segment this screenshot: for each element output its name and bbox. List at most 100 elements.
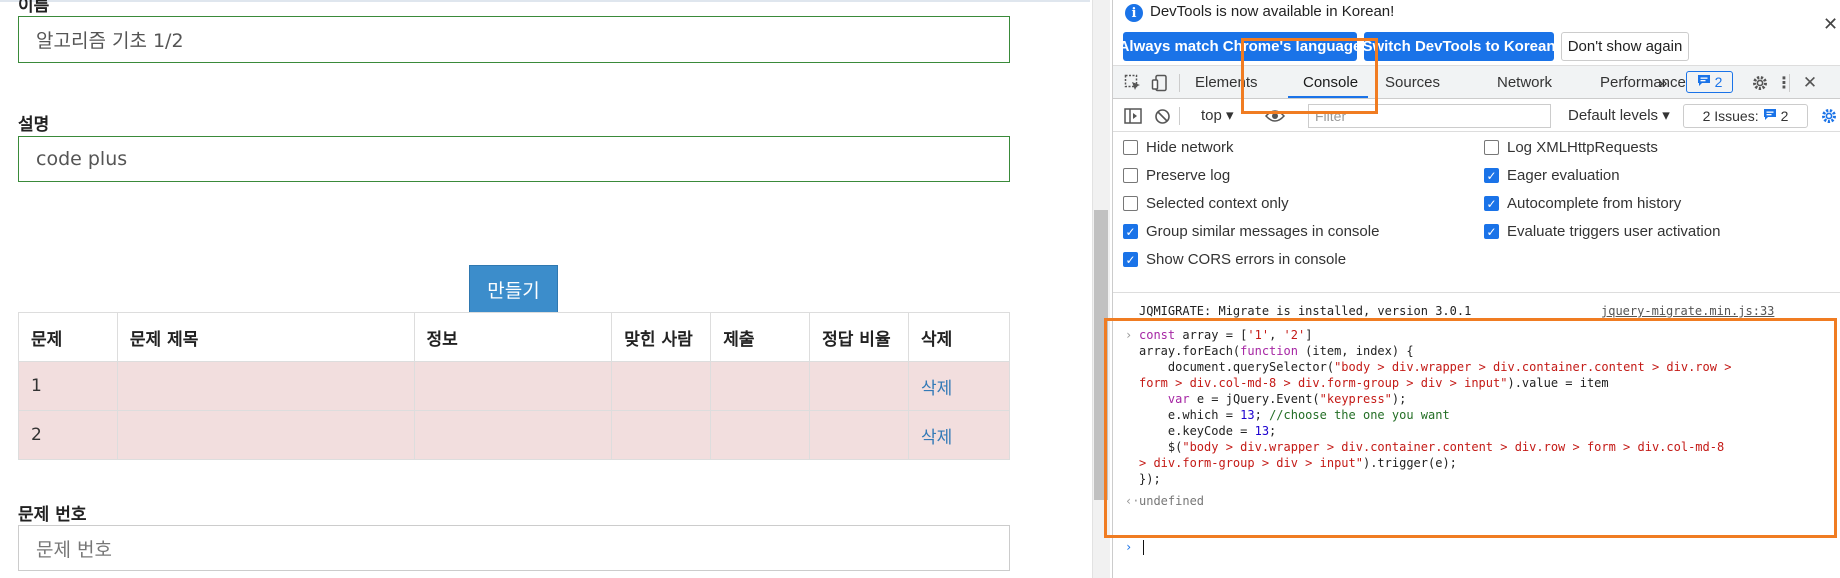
create-button[interactable]: 만들기 [469, 265, 558, 313]
checkbox-checked[interactable]: ✓ [1123, 252, 1138, 267]
cell-problem-no: 1 [18, 361, 118, 411]
cell-solved [611, 361, 712, 411]
col-header-solved: 맞힌 사람 [611, 312, 712, 362]
tab-performance[interactable]: Performance [1600, 66, 1686, 99]
tab-network[interactable]: Network [1497, 66, 1552, 99]
description-input[interactable]: code plus [18, 136, 1010, 182]
group-similar-option[interactable]: ✓ Group similar messages in console [1123, 223, 1379, 240]
option-label: Autocomplete from history [1507, 195, 1682, 212]
name-label: 이름 [18, 0, 50, 16]
tab-console[interactable]: Console [1303, 66, 1358, 99]
col-header-ratio: 정답 비율 [809, 312, 910, 362]
delete-link[interactable]: 삭제 [921, 428, 952, 448]
code-line: document.querySelector("body > div.wrapp… [1139, 360, 1732, 374]
checkbox-checked[interactable]: ✓ [1484, 224, 1499, 239]
name-input[interactable]: 알고리즘 기초 1/2 [18, 16, 1010, 63]
sidebar-toggle-icon[interactable] [1122, 105, 1144, 127]
eager-evaluation-option[interactable]: ✓ Eager evaluation [1484, 167, 1620, 184]
cell-ratio [809, 410, 910, 460]
console-input-caret[interactable] [1143, 540, 1144, 555]
checkbox[interactable] [1123, 196, 1138, 211]
cell-submissions [710, 361, 811, 411]
checkbox-checked[interactable]: ✓ [1123, 224, 1138, 239]
option-label: Preserve log [1146, 167, 1231, 184]
code-line: }); [1139, 472, 1161, 486]
console-message: JQMIGRATE: Migrate is installed, version… [1139, 304, 1472, 318]
kebab-menu-icon[interactable]: ⋮ [1773, 72, 1795, 94]
close-icon[interactable]: ✕ [1823, 14, 1838, 35]
message-icon [1763, 108, 1777, 124]
option-label: Selected context only [1146, 195, 1289, 212]
more-tabs-icon[interactable]: » [1658, 66, 1667, 99]
checkbox[interactable] [1123, 140, 1138, 155]
preserve-log-option[interactable]: Preserve log [1123, 167, 1230, 184]
issues-button-label: 2 Issues: [1702, 108, 1759, 124]
delete-link[interactable]: 삭제 [921, 379, 952, 399]
hide-network-option[interactable]: Hide network [1123, 139, 1234, 156]
devtools-panel: i DevTools is now available in Korean! ✕… [1113, 0, 1840, 578]
console-settings-gear-icon[interactable] [1818, 105, 1840, 127]
problem-number-input[interactable]: 문제 번호 [18, 525, 1010, 571]
page-top-border [0, 0, 1090, 2]
cell-ratio [809, 361, 910, 411]
language-infobar: i DevTools is now available in Korean! ✕… [1113, 0, 1840, 66]
table-header-row: 문제 문제 제목 정보 맞힌 사람 제출 정답 비율 삭제 [18, 312, 1010, 362]
active-prompt-icon: › [1125, 540, 1133, 554]
option-label: Hide network [1146, 139, 1234, 156]
col-header-submissions: 제출 [710, 312, 811, 362]
selected-context-option[interactable]: Selected context only [1123, 195, 1289, 212]
code-line: $("body > div.wrapper > div.container.co… [1139, 440, 1725, 454]
device-toolbar-icon[interactable] [1149, 72, 1171, 94]
col-header-info: 정보 [413, 312, 613, 362]
option-label: Evaluate triggers user activation [1507, 223, 1721, 240]
checkbox-checked[interactable]: ✓ [1484, 196, 1499, 211]
filter-input[interactable]: Filter [1308, 104, 1551, 128]
log-levels-select[interactable]: Default levels ▾ [1568, 106, 1670, 124]
eye-icon[interactable] [1264, 105, 1286, 127]
cell-info [413, 410, 613, 460]
table-row: 2 삭제 [18, 410, 1010, 460]
code-line: const array = ['1', '2'] [1139, 328, 1313, 342]
inspect-element-icon[interactable] [1122, 72, 1144, 94]
web-page: 이름 알고리즘 기초 1/2 설명 code plus 만들기 문제 문제 제목… [0, 0, 1090, 578]
source-link[interactable]: jquery-migrate.min.js:33 [1601, 304, 1774, 318]
javascript-context-select[interactable]: top ▾ [1201, 106, 1234, 124]
message-icon [1697, 74, 1711, 90]
cell-delete: 삭제 [908, 361, 1010, 411]
cell-info [413, 361, 613, 411]
active-tab-indicator [1288, 96, 1368, 98]
tab-sources[interactable]: Sources [1385, 66, 1440, 99]
col-header-delete: 삭제 [908, 312, 1010, 362]
cell-submissions [710, 410, 811, 460]
option-label: Group similar messages in console [1146, 223, 1380, 240]
table-row: 1 삭제 [18, 361, 1010, 411]
checkbox[interactable] [1123, 168, 1138, 183]
clear-console-icon[interactable] [1151, 105, 1173, 127]
issues-button[interactable]: 2 Issues: 2 [1683, 104, 1808, 128]
code-line: > div.form-group > div > input").trigger… [1139, 456, 1457, 470]
issues-badge-count: 2 [1714, 74, 1723, 90]
cell-solved [611, 410, 712, 460]
evaluate-triggers-option[interactable]: ✓ Evaluate triggers user activation [1484, 223, 1720, 240]
checkbox[interactable] [1484, 140, 1499, 155]
input-prompt-icon: › [1125, 328, 1133, 342]
cell-delete: 삭제 [908, 410, 1010, 460]
code-line: array.forEach(function (item, index) { [1139, 344, 1414, 358]
log-xhr-option[interactable]: Log XMLHttpRequests [1484, 139, 1658, 156]
issues-button-count: 2 [1780, 108, 1789, 124]
always-match-language-button[interactable]: Always match Chrome's language [1123, 32, 1357, 61]
settings-gear-icon[interactable] [1749, 72, 1771, 94]
autocomplete-option[interactable]: ✓ Autocomplete from history [1484, 195, 1681, 212]
col-header-title: 문제 제목 [116, 312, 415, 362]
result-arrow-icon: ‹· [1125, 494, 1140, 508]
close-devtools-icon[interactable]: ✕ [1799, 72, 1821, 94]
issues-badge[interactable]: 2 [1686, 71, 1733, 93]
show-cors-option[interactable]: ✓ Show CORS errors in console [1123, 251, 1346, 268]
switch-to-korean-button[interactable]: Switch DevTools to Korean [1364, 32, 1554, 61]
checkbox-checked[interactable]: ✓ [1484, 168, 1499, 183]
dont-show-again-button[interactable]: Don't show again [1561, 32, 1689, 61]
tab-elements[interactable]: Elements [1195, 66, 1258, 99]
console-output[interactable]: JQMIGRATE: Migrate is installed, version… [1113, 294, 1840, 578]
problem-number-label: 문제 번호 [18, 505, 87, 525]
page-scrollbar-thumb[interactable] [1094, 210, 1108, 500]
